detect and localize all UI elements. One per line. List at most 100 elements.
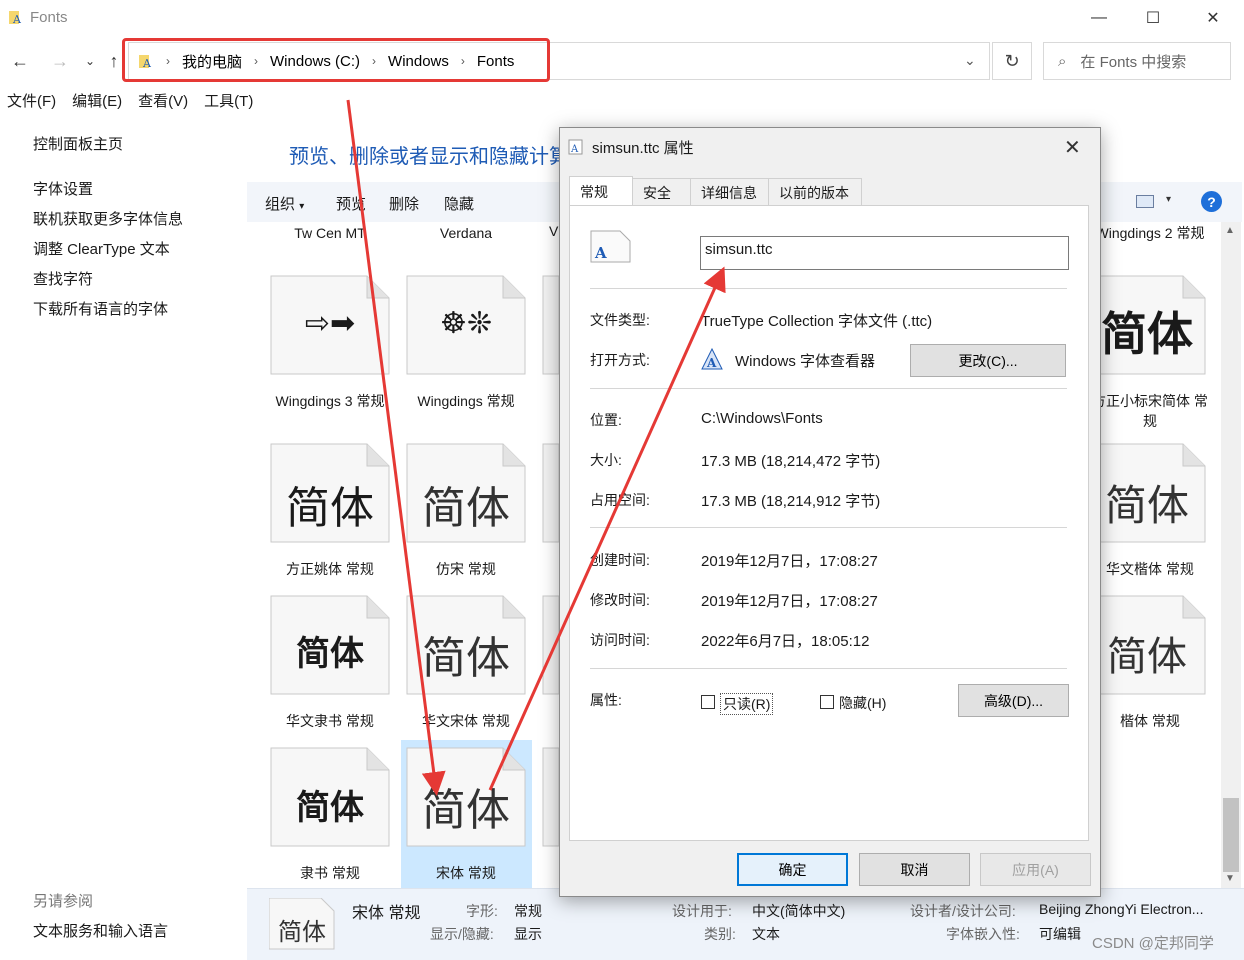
filename-input[interactable]: simsun.ttc (700, 236, 1069, 270)
tab-security[interactable]: 安全 (632, 178, 691, 206)
font-label: 华文楷体 常规 (1106, 561, 1194, 577)
vertical-scrollbar[interactable] (1221, 222, 1241, 888)
size-label: 大小: (590, 452, 622, 468)
font-label: Tw Cen MT (294, 225, 366, 241)
location-value: C:\Windows\Fonts (701, 410, 823, 427)
font-preview-glyph[interactable]: 简体 (407, 774, 525, 838)
size-value: 17.3 MB (18,214,472 字节) (701, 453, 881, 470)
open-with-label: 打开方式: (590, 352, 650, 368)
hidden-checkbox[interactable] (820, 695, 834, 709)
font-preview-glyph[interactable]: 简体 (271, 780, 389, 829)
see-also-heading: 另请参阅 (33, 893, 94, 910)
address-highlight-annotation (122, 38, 550, 82)
font-preview-glyph[interactable]: 简体 (271, 626, 389, 675)
details-designer-value: Beijing ZhongYi Electron... (1039, 901, 1204, 917)
search-box[interactable]: ⌕ 在 Fonts 中搜索 (1043, 42, 1231, 80)
maximize-button[interactable]: ☐ (1124, 0, 1182, 36)
preview-button[interactable]: 预览 (336, 193, 366, 214)
window-title: Fonts (30, 9, 68, 26)
general-tab-panel (569, 205, 1089, 841)
modified-value: 2019年12月7日，17:08:27 (701, 593, 878, 610)
address-dropdown-chevron-icon[interactable]: ⌄ (964, 52, 976, 69)
menu-bar: 文件(F) 编辑(E) 查看(V) 工具(T) (0, 90, 253, 114)
view-dropdown-chevron-icon[interactable]: ▾ (1166, 194, 1171, 205)
ok-button[interactable]: 确定 (737, 853, 848, 886)
change-button[interactable]: 更改(C)... (910, 344, 1066, 377)
minimize-button[interactable]: — (1070, 0, 1128, 36)
hidden-label[interactable]: 隐藏(H) (839, 693, 886, 713)
scroll-down-icon[interactable]: ▼ (1225, 873, 1235, 884)
fonts-folder-icon: A (9, 11, 22, 25)
watermark: CSDN @定邦同学 (1092, 935, 1214, 952)
details-show-label: 显示/隐藏: (430, 926, 494, 942)
dialog-close-icon[interactable]: ✕ (1064, 135, 1081, 160)
details-design-value: 中文(简体中文) (752, 903, 846, 919)
divider (590, 668, 1067, 669)
font-preview-glyph[interactable]: 简体 (407, 472, 525, 536)
font-preview-glyph[interactable]: 简体 (1096, 472, 1198, 533)
divider (590, 388, 1067, 389)
recent-chevron-down-icon[interactable]: ⌄ (78, 48, 102, 74)
font-settings-link[interactable]: 字体设置 (33, 178, 93, 199)
created-label: 创建时间: (590, 552, 650, 568)
readonly-checkbox[interactable] (701, 695, 715, 709)
menu-file[interactable]: 文件(F) (7, 90, 56, 114)
divider (590, 288, 1067, 289)
cleartype-link[interactable]: 调整 ClearType 文本 (33, 238, 170, 259)
page-heading: 预览、删除或者显示和隐藏计算 (289, 146, 569, 168)
font-preview-glyph[interactable]: 简体 (1096, 624, 1198, 682)
organize-button[interactable]: 组织 ▾ (265, 193, 304, 214)
file-type-value: TrueType Collection 字体文件 (.ttc) (701, 313, 933, 330)
font-label: V (549, 223, 559, 239)
close-window-button[interactable]: ✕ (1184, 0, 1242, 36)
delete-button[interactable]: 删除 (389, 193, 419, 214)
help-icon[interactable]: ? (1201, 191, 1222, 212)
menu-tools[interactable]: 工具(T) (204, 90, 253, 114)
forward-arrow-icon[interactable]: → (48, 48, 72, 74)
tab-previous-versions[interactable]: 以前的版本 (768, 178, 862, 206)
details-design-label: 设计用于: (672, 903, 732, 919)
view-options-icon[interactable] (1136, 195, 1154, 208)
advanced-button[interactable]: 高级(D)... (958, 684, 1069, 717)
details-designer-label: 设计者/设计公司: (910, 903, 1016, 919)
details-show-value: 显示 (514, 926, 542, 942)
font-preview-glyph[interactable]: 简体 (1096, 298, 1198, 364)
scrollbar-thumb[interactable] (1223, 798, 1239, 872)
menu-edit[interactable]: 编辑(E) (72, 90, 122, 114)
details-category-label: 类别: (704, 926, 736, 942)
dialog-tabs: 常规 安全 详细信息 以前的版本 (569, 176, 862, 206)
font-label: Verdana (439, 225, 493, 241)
font-label: 楷体 常规 (1120, 713, 1180, 729)
font-preview-glyph[interactable]: 简体 (271, 472, 389, 536)
details-style-value: 常规 (514, 903, 542, 919)
disk-size-value: 17.3 MB (18,214,912 字节) (701, 493, 881, 510)
refresh-icon[interactable]: ↻ (992, 42, 1032, 80)
control-panel-home-link[interactable]: 控制面板主页 (33, 133, 123, 154)
search-input[interactable]: 在 Fonts 中搜索 (1080, 51, 1186, 72)
font-label: 华文宋体 常规 (422, 713, 510, 729)
file-type-label: 文件类型: (590, 312, 650, 328)
details-font-name: 宋体 常规 (352, 905, 421, 922)
online-fonts-link[interactable]: 联机获取更多字体信息 (33, 208, 183, 229)
font-preview-glyph[interactable]: ⇨➡ (271, 306, 389, 341)
text-services-link[interactable]: 文本服务和输入语言 (33, 920, 168, 941)
tab-details[interactable]: 详细信息 (690, 178, 769, 206)
find-character-link[interactable]: 查找字符 (33, 268, 93, 289)
hide-button[interactable]: 隐藏 (444, 193, 474, 214)
font-file-icon: A (568, 139, 583, 155)
back-arrow-icon[interactable]: ← (8, 48, 32, 74)
disk-size-label: 占用空间: (590, 492, 650, 508)
font-preview-glyph[interactable]: 简体 (407, 622, 525, 686)
cancel-button[interactable]: 取消 (859, 853, 970, 886)
download-fonts-link[interactable]: 下载所有语言的字体 (33, 298, 168, 319)
readonly-label[interactable]: 只读(R) (720, 693, 774, 715)
title-bar (0, 0, 1244, 36)
tab-general[interactable]: 常规 (569, 176, 633, 206)
modified-label: 修改时间: (590, 592, 650, 608)
apply-button[interactable]: 应用(A) (980, 853, 1091, 886)
font-preview-glyph[interactable]: ☸❊ (407, 306, 525, 341)
open-with-value: Windows 字体查看器 (735, 353, 876, 370)
font-label: 宋体 常规 (436, 865, 496, 881)
scroll-up-icon[interactable]: ▲ (1225, 225, 1235, 236)
menu-view[interactable]: 查看(V) (138, 90, 188, 114)
